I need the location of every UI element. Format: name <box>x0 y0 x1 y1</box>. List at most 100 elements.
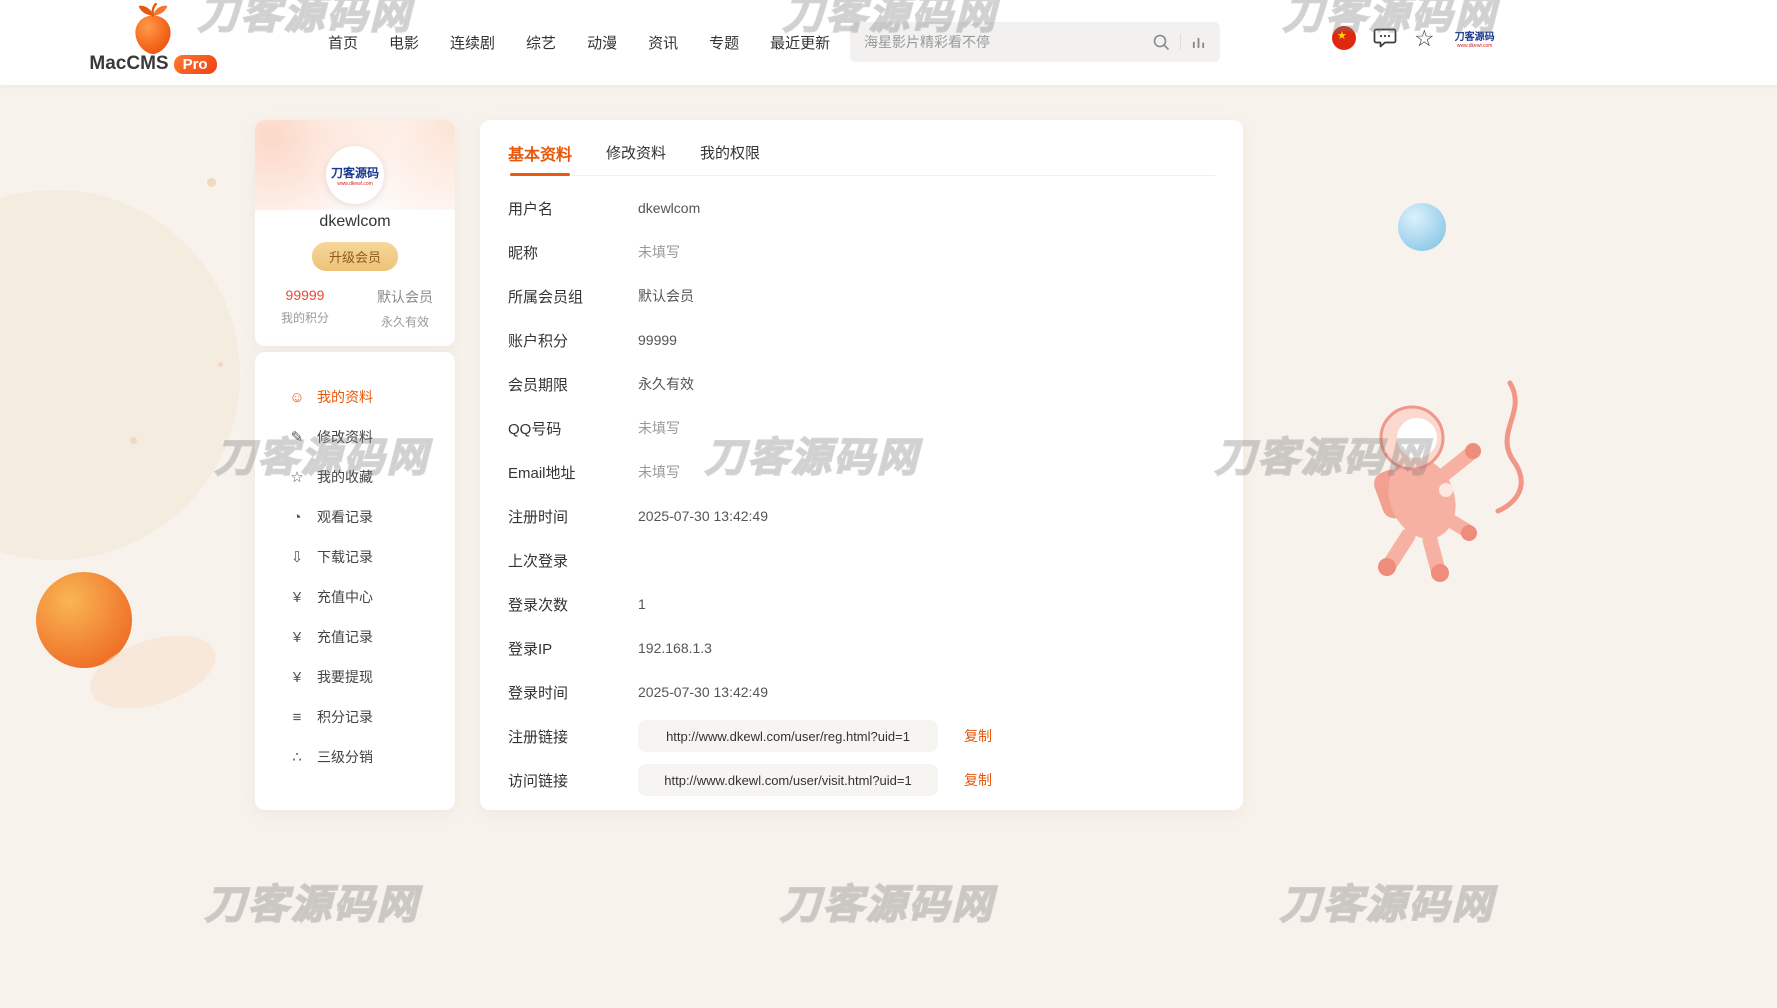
upgrade-member-button[interactable]: 升级会员 <box>312 242 398 271</box>
partner-logo-url: www.dkewl.com <box>1452 43 1498 49</box>
nav-item[interactable]: 首页 <box>328 32 358 53</box>
ranking-icon[interactable] <box>1191 35 1206 50</box>
username: dkewlcom <box>255 213 455 231</box>
main-nav: 首页 电影 连续剧 综艺 动漫 资讯 专题 最近更新 <box>328 0 830 85</box>
field-label: 登录IP <box>508 638 638 659</box>
star-icon: ☆ <box>288 468 306 486</box>
field-label: 昵称 <box>508 242 638 263</box>
sidebar-menu-item[interactable]: ✎ 修改资料 <box>255 417 455 457</box>
recharge-center-icon: ¥ <box>288 589 306 606</box>
decor-blue-sphere <box>1398 203 1446 251</box>
nav-item[interactable]: 电影 <box>389 32 419 53</box>
profile-fields: 用户名 dkewlcom 昵称 未填写 所属会员组 默认会员 账户积分 9999… <box>508 176 1215 714</box>
logo-title: MacCMS <box>89 53 168 75</box>
nav-item[interactable]: 动漫 <box>587 32 617 53</box>
favorite-star-icon[interactable]: ☆ <box>1414 27 1435 50</box>
avatar-logo-text: 刀客源码 <box>331 164 379 181</box>
sidebar-menu-item[interactable]: ☺ 我的资料 <box>255 377 455 417</box>
menu-item-label: 充值中心 <box>317 587 373 607</box>
nav-item[interactable]: 专题 <box>709 32 739 53</box>
field-row: 登录IP 192.168.1.3 <box>508 626 1215 670</box>
field-row: 会员期限 永久有效 <box>508 362 1215 406</box>
decor-dot <box>207 178 216 187</box>
field-row: QQ号码 未填写 <box>508 406 1215 450</box>
menu-item-label: 我要提现 <box>317 667 373 687</box>
field-value: 1 <box>638 596 646 612</box>
field-row: 账户积分 99999 <box>508 318 1215 362</box>
link-value-box[interactable]: http://www.dkewl.com/user/reg.html?uid=1 <box>638 720 938 752</box>
share-icon: ∴ <box>288 748 306 766</box>
nav-item[interactable]: 综艺 <box>526 32 556 53</box>
stat-value: 默认会员 <box>355 287 455 307</box>
field-value: 2025-07-30 13:42:49 <box>638 684 768 700</box>
field-row: 上次登录 <box>508 538 1215 582</box>
field-label: 注册时间 <box>508 506 638 527</box>
field-label: 用户名 <box>508 198 638 219</box>
points-record-icon: ≡ <box>288 709 306 726</box>
field-row: Email地址 未填写 <box>508 450 1215 494</box>
stat-label: 永久有效 <box>355 313 455 330</box>
field-value: 未填写 <box>638 242 680 262</box>
search-input[interactable] <box>864 34 1152 50</box>
language-flag-icon[interactable]: ★ <box>1332 26 1356 50</box>
header-right-icons: ★ ☆ 刀客源码 www.dkewl.com <box>1332 26 1498 50</box>
profile-link-fields: 注册链接 http://www.dkewl.com/user/reg.html?… <box>508 714 1215 802</box>
field-value: 192.168.1.3 <box>638 640 712 656</box>
search-bar <box>850 22 1220 62</box>
copy-button[interactable]: 复制 <box>964 770 992 790</box>
tab[interactable]: 修改资料 <box>606 130 666 175</box>
profile-detail-card: 基本资料 修改资料 我的权限 用户名 dkewlcom 昵称 未填写 所属会员组… <box>480 120 1243 810</box>
menu-item-label: 下载记录 <box>317 547 373 567</box>
field-row: 登录次数 1 <box>508 582 1215 626</box>
tab[interactable]: 我的权限 <box>700 130 760 175</box>
profile-icon: ☺ <box>288 389 306 406</box>
sidebar-menu-item[interactable]: ⇩ 下载记录 <box>255 537 455 577</box>
copy-button[interactable]: 复制 <box>964 726 992 746</box>
sidebar-menu-item[interactable]: ∴ 三级分销 <box>255 737 455 777</box>
nav-item[interactable]: 最近更新 <box>770 32 830 53</box>
avatar-logo-url: www.dkewl.com <box>337 181 373 187</box>
field-label: 注册链接 <box>508 726 638 747</box>
field-label: QQ号码 <box>508 418 638 439</box>
menu-item-label: 观看记录 <box>317 507 373 527</box>
menu-item-label: 积分记录 <box>317 707 373 727</box>
stat-label: 我的积分 <box>255 309 355 326</box>
sidebar-menu-item[interactable]: ☆ 我的收藏 <box>255 457 455 497</box>
sidebar-menu-item[interactable]: ≡ 积分记录 <box>255 697 455 737</box>
menu-item-label: 三级分销 <box>317 747 373 767</box>
decor-dot <box>218 362 223 367</box>
profile-tabs: 基本资料 修改资料 我的权限 <box>508 130 1215 176</box>
sidebar-menu-item[interactable]: ◔ 观看记录 <box>255 497 455 537</box>
field-value: 未填写 <box>638 462 680 482</box>
edit-icon: ✎ <box>288 428 306 446</box>
sidebar-menu: ☺ 我的资料 ✎ 修改资料 ☆ 我的收藏 ◔ 观看记录 ⇩ 下载记录 ¥ 充值中… <box>255 352 455 810</box>
field-value: 永久有效 <box>638 374 694 394</box>
withdraw-icon: ¥ <box>288 669 306 686</box>
field-row: 注册时间 2025-07-30 13:42:49 <box>508 494 1215 538</box>
menu-item-label: 我的收藏 <box>317 467 373 487</box>
field-value: 2025-07-30 13:42:49 <box>638 508 768 524</box>
sidebar-menu-item[interactable]: ¥ 充值记录 <box>255 617 455 657</box>
partner-logo-text: 刀客源码 <box>1452 28 1498 43</box>
site-header: MacCMS Pro 首页 电影 连续剧 综艺 动漫 资讯 专题 最近更新 <box>0 0 1777 85</box>
decor-dot <box>130 437 137 444</box>
tab[interactable]: 基本资料 <box>508 130 572 175</box>
nav-item[interactable]: 资讯 <box>648 32 678 53</box>
field-value: dkewlcom <box>638 200 700 216</box>
link-value-box[interactable]: http://www.dkewl.com/user/visit.html?uid… <box>638 764 938 796</box>
field-label: 会员期限 <box>508 374 638 395</box>
menu-item-label: 我的资料 <box>317 387 373 407</box>
field-value: 默认会员 <box>638 286 694 306</box>
field-label: 所属会员组 <box>508 286 638 307</box>
menu-item-label: 充值记录 <box>317 627 373 647</box>
sidebar-menu-item[interactable]: ¥ 充值中心 <box>255 577 455 617</box>
download-icon: ⇩ <box>288 548 306 566</box>
sidebar-menu-item[interactable]: ¥ 我要提现 <box>255 657 455 697</box>
avatar: 刀客源码 www.dkewl.com <box>326 146 384 204</box>
search-icon[interactable] <box>1152 33 1170 51</box>
site-logo[interactable]: MacCMS Pro <box>88 3 218 75</box>
nav-item[interactable]: 连续剧 <box>450 32 495 53</box>
carrot-logo-icon <box>88 3 218 55</box>
message-icon[interactable] <box>1373 27 1397 49</box>
partner-logo[interactable]: 刀客源码 www.dkewl.com <box>1452 28 1498 49</box>
